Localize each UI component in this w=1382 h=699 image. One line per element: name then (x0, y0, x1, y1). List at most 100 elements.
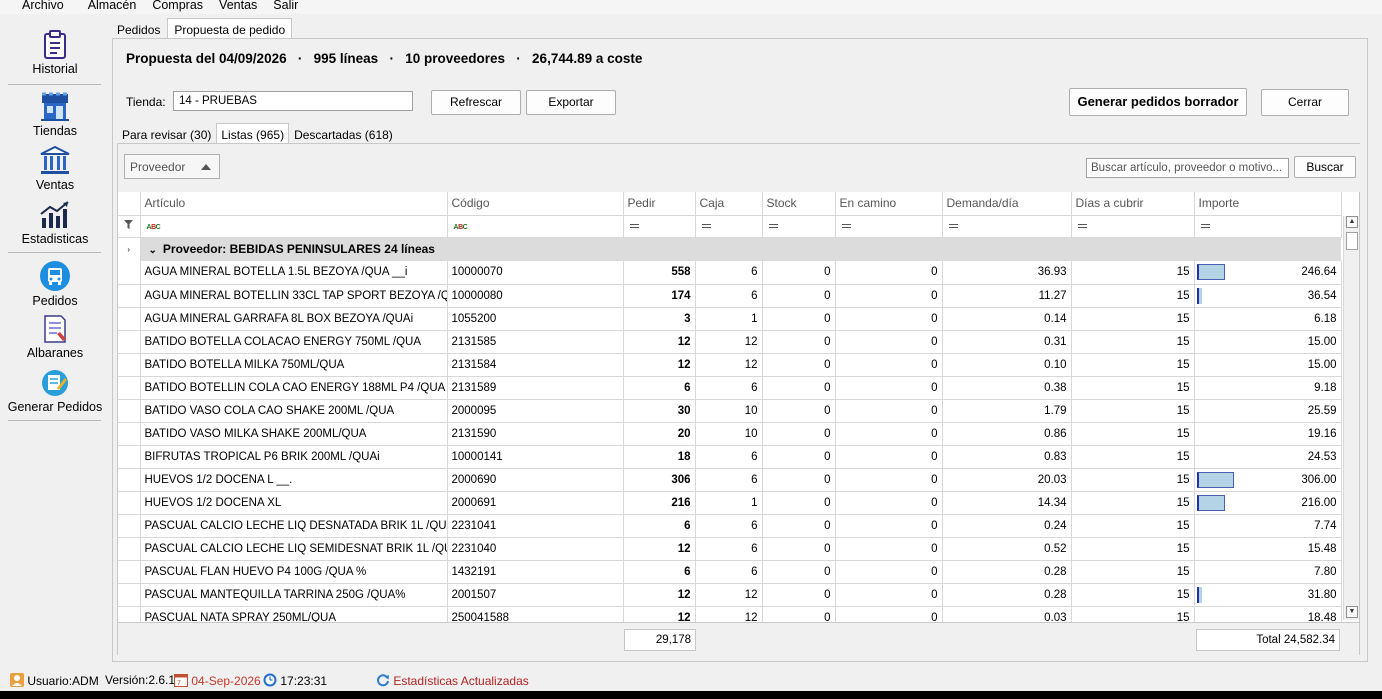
cell-caja[interactable]: 10 (695, 399, 763, 423)
table-row[interactable]: BATIDO VASO COLA CAO SHAKE 200ML /QUA 200… (118, 399, 1342, 423)
cell-articulo[interactable]: BATIDO BOTELLA COLACAO ENERGY 750ML /QUA (140, 330, 448, 354)
cell-codigo[interactable]: 2231041 (447, 514, 624, 538)
cell-dias[interactable]: 15 (1071, 422, 1195, 446)
refrescar-button[interactable]: Refrescar (431, 90, 521, 115)
table-row[interactable]: AGUA MINERAL GARRAFA 8L BOX BEZOYA /QUAi… (118, 307, 1342, 331)
cell-codigo[interactable]: 2000095 (447, 399, 624, 423)
table-row[interactable]: HUEVOS 1/2 DOCENA L __. 2000690 306 6 0 0 20.0… (118, 468, 1342, 492)
tab-propuesta-de-pedido[interactable]: Propuesta de pedido (167, 18, 293, 38)
cell-articulo[interactable]: AGUA MINERAL GARRAFA 8L BOX BEZOYA /QUAi (140, 307, 448, 331)
cell-pedir[interactable]: 174 (623, 284, 696, 308)
cell-articulo[interactable]: PASCUAL FLAN HUEVO P4 100G /QUA % (140, 560, 448, 584)
scroll-thumb[interactable] (1346, 232, 1358, 250)
cell-codigo[interactable]: 2000691 (447, 491, 624, 515)
cell-articulo[interactable]: AGUA MINERAL BOTELLA 1.5L BEZOYA /QUA __… (140, 261, 448, 285)
cell-dias[interactable]: 15 (1071, 353, 1195, 377)
filter-codigo[interactable]: ABC (447, 215, 624, 238)
tab-para-revisar[interactable]: Para revisar (30) (117, 123, 216, 144)
cell-stock[interactable]: 0 (762, 330, 836, 354)
cell-pedir[interactable]: 20 (623, 422, 696, 446)
cell-articulo[interactable]: BIFRUTAS TROPICAL P6 BRIK 200ML /QUAi (140, 445, 448, 469)
cell-demanda[interactable]: 0.10 (942, 353, 1072, 377)
cell-stock[interactable]: 0 (762, 284, 836, 308)
table-row[interactable]: PASCUAL CALCIO LECHE LIQ DESNATADA BRIK … (118, 514, 1342, 538)
expand-arrow-icon[interactable]: › (118, 237, 141, 261)
cell-codigo[interactable]: 2001507 (447, 583, 624, 607)
cell-stock[interactable]: 0 (762, 261, 836, 285)
cell-dias[interactable]: 15 (1071, 376, 1195, 400)
cell-stock[interactable]: 0 (762, 583, 836, 607)
cell-pedir[interactable]: 12 (623, 353, 696, 377)
cell-codigo[interactable]: 2131585 (447, 330, 624, 354)
cell-codigo[interactable]: 2231040 (447, 537, 624, 561)
cell-articulo[interactable]: BATIDO VASO COLA CAO SHAKE 200ML /QUA (140, 399, 448, 423)
group-header[interactable]: ⌄ Proveedor: BEBIDAS PENINSULARES 24 líne… (140, 237, 1341, 261)
cell-en-camino[interactable]: 0 (835, 491, 943, 515)
cell-dias[interactable]: 15 (1071, 261, 1195, 285)
cell-dias[interactable]: 15 (1071, 491, 1195, 515)
cell-caja[interactable]: 6 (695, 468, 763, 492)
col-pedir[interactable]: Pedir (623, 192, 696, 216)
cell-demanda[interactable]: 0.86 (942, 422, 1072, 446)
cell-demanda[interactable]: 11.27 (942, 284, 1072, 308)
cell-en-camino[interactable]: 0 (835, 560, 943, 584)
cell-pedir[interactable]: 12 (623, 583, 696, 607)
filter-caja[interactable] (695, 215, 763, 238)
cell-demanda[interactable]: 0.14 (942, 307, 1072, 331)
search-input[interactable] (1086, 158, 1289, 178)
cell-stock[interactable]: 0 (762, 514, 836, 538)
cell-importe[interactable]: 7.74 (1194, 514, 1342, 538)
table-row[interactable]: PASCUAL CALCIO LECHE LIQ SEMIDESNAT BRIK… (118, 537, 1342, 561)
cell-pedir[interactable]: 12 (623, 330, 696, 354)
cell-caja[interactable]: 6 (695, 514, 763, 538)
tab-descartadas[interactable]: Descartadas (618) (289, 123, 398, 144)
cell-importe[interactable]: 7.80 (1194, 560, 1342, 584)
table-row[interactable]: BATIDO VASO MILKA SHAKE 200ML/QUA 2131590… (118, 422, 1342, 446)
cell-pedir[interactable]: 18 (623, 445, 696, 469)
cell-dias[interactable]: 15 (1071, 514, 1195, 538)
table-row[interactable]: BATIDO BOTELLA MILKA 750ML/QUA 2131584 12 1… (118, 353, 1342, 377)
cell-codigo[interactable]: 1055200 (447, 307, 624, 331)
cell-dias[interactable]: 15 (1071, 468, 1195, 492)
cell-dias[interactable]: 15 (1071, 330, 1195, 354)
cell-importe[interactable]: 25.59 (1194, 399, 1342, 423)
exportar-button[interactable]: Exportar (526, 90, 616, 115)
cell-codigo[interactable]: 1432191 (447, 560, 624, 584)
cell-importe[interactable]: 246.64 (1194, 261, 1342, 285)
cell-stock[interactable]: 0 (762, 399, 836, 423)
table-row[interactable]: BIFRUTAS TROPICAL P6 BRIK 200ML /QUAi 100… (118, 445, 1342, 469)
cell-codigo[interactable]: 2131589 (447, 376, 624, 400)
cell-pedir[interactable]: 558 (623, 261, 696, 285)
cell-pedir[interactable]: 3 (623, 307, 696, 331)
cell-caja[interactable]: 6 (695, 537, 763, 561)
cell-dias[interactable]: 15 (1071, 560, 1195, 584)
filter-stock[interactable] (762, 215, 836, 238)
tab-pedidos[interactable]: Pedidos (110, 18, 167, 38)
cell-articulo[interactable]: PASCUAL MANTEQUILLA TARRINA 250G /QUA% (140, 583, 448, 607)
vertical-scrollbar[interactable]: ▲ ▼ (1343, 216, 1359, 620)
cell-importe[interactable]: 19.16 (1194, 422, 1342, 446)
cell-caja[interactable]: 6 (695, 560, 763, 584)
cell-dias[interactable]: 15 (1071, 399, 1195, 423)
cell-codigo[interactable]: 2131584 (447, 353, 624, 377)
cell-codigo[interactable]: 10000070 (447, 261, 624, 285)
cell-articulo[interactable]: HUEVOS 1/2 DOCENA L __. (140, 468, 448, 492)
cell-en-camino[interactable]: 0 (835, 399, 943, 423)
cell-en-camino[interactable]: 0 (835, 284, 943, 308)
sidebar-item-historial[interactable]: Historial (0, 30, 110, 76)
tienda-input[interactable] (173, 91, 413, 111)
group-by-proveedor-chip[interactable]: Proveedor (124, 154, 220, 179)
menu-archivo[interactable]: Archivo (0, 0, 72, 14)
sidebar-item-pedidos[interactable]: Pedidos (0, 260, 110, 308)
sidebar-item-ventas[interactable]: Ventas (0, 146, 110, 192)
cell-importe[interactable]: 216.00 (1194, 491, 1342, 515)
cell-importe[interactable]: 15.48 (1194, 537, 1342, 561)
scroll-up-arrow-icon[interactable]: ▲ (1346, 216, 1358, 228)
cell-en-camino[interactable]: 0 (835, 583, 943, 607)
cell-en-camino[interactable]: 0 (835, 445, 943, 469)
cell-articulo[interactable]: AGUA MINERAL BOTELLIN 33CL TAP SPORT BEZ… (140, 284, 448, 308)
cell-codigo[interactable]: 2000690 (447, 468, 624, 492)
cell-importe[interactable]: 15.00 (1194, 353, 1342, 377)
cell-pedir[interactable]: 30 (623, 399, 696, 423)
cell-caja[interactable]: 6 (695, 376, 763, 400)
